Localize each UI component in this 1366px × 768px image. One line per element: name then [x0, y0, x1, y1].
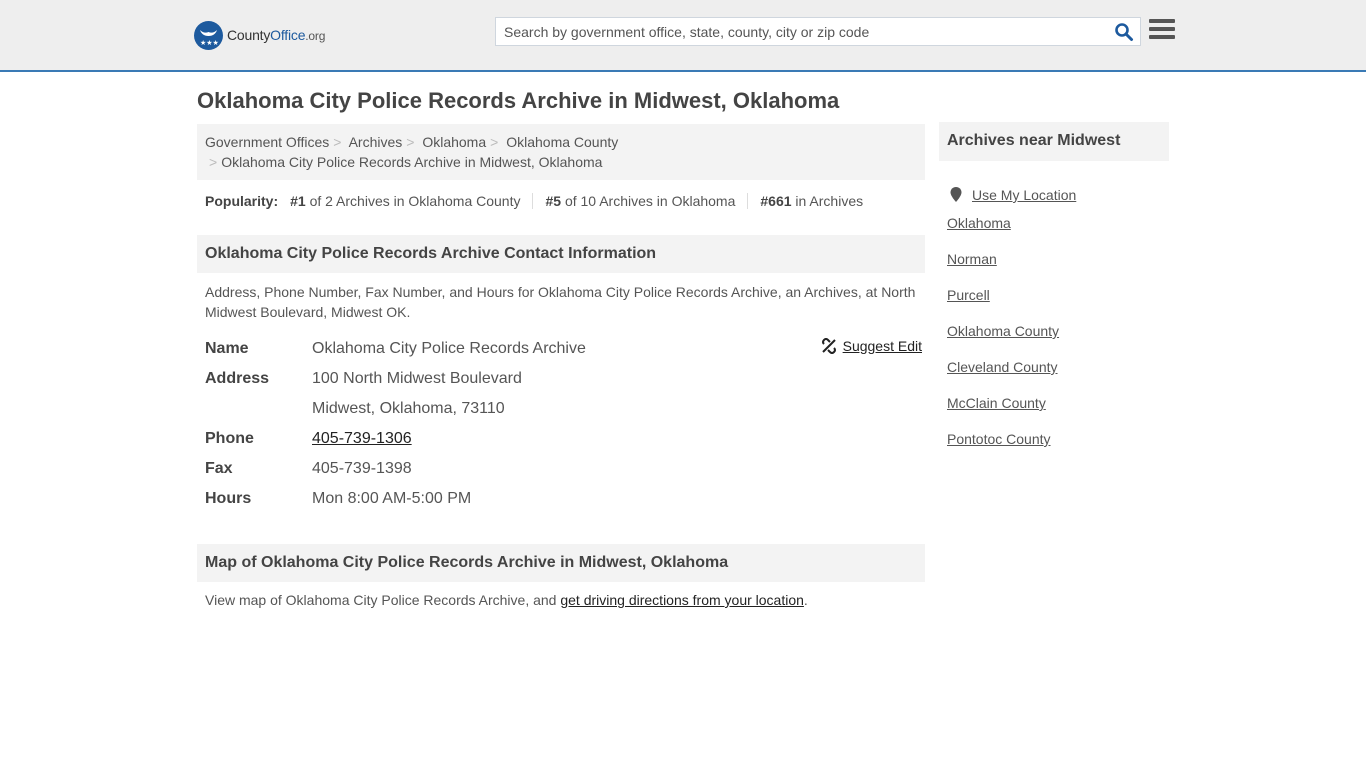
contact-section-heading: Oklahoma City Police Records Archive Con…	[197, 235, 925, 273]
sidebar-link-norman[interactable]: Norman	[947, 249, 1076, 285]
top-navigation-bar: ★★★ CountyOffice.org	[0, 0, 1366, 72]
use-my-location[interactable]: Use My Location	[947, 177, 1076, 213]
suggest-edit-link[interactable]: Suggest Edit	[843, 338, 922, 354]
popularity-label: Popularity:	[205, 193, 279, 209]
address-line1: 100 North Midwest Boulevard	[312, 370, 522, 387]
breadcrumb-archives[interactable]: Archives	[349, 134, 403, 150]
driving-directions-link[interactable]: get driving directions from your locatio…	[560, 592, 804, 608]
search-input[interactable]	[496, 18, 1096, 45]
svg-text:★★★: ★★★	[200, 39, 219, 47]
contact-description: Address, Phone Number, Fax Number, and H…	[205, 284, 916, 320]
page-title: Oklahoma City Police Records Archive in …	[197, 88, 840, 113]
popularity-national-rank: #661 in Archives	[747, 193, 875, 209]
address-row: Address 100 North Midwest Boulevard	[205, 370, 522, 387]
search-box	[495, 17, 1141, 46]
map-section-heading: Map of Oklahoma City Police Records Arch…	[197, 544, 925, 582]
map-marker-icon	[950, 187, 962, 202]
hours-row: Hours Mon 8:00 AM-5:00 PM	[205, 490, 472, 507]
office-name: Oklahoma City Police Records Archive	[312, 340, 586, 357]
search-button[interactable]	[1114, 22, 1134, 42]
sidebar-link-cleveland-county[interactable]: Cleveland County	[947, 357, 1076, 393]
sidebar-heading: Archives near Midwest	[939, 122, 1169, 161]
name-row: Name Oklahoma City Police Records Archive	[205, 340, 586, 357]
hours-value: Mon 8:00 AM-5:00 PM	[312, 490, 472, 507]
logo-text: CountyOffice.org	[227, 27, 326, 43]
site-logo[interactable]: ★★★ CountyOffice.org	[194, 20, 325, 50]
phone-row: Phone 405-739-1306	[205, 430, 412, 447]
popularity-state-rank: #5 of 10 Archives in Oklahoma	[532, 193, 747, 209]
sidebar-link-oklahoma[interactable]: Oklahoma	[947, 213, 1076, 249]
suggest-edit-button[interactable]: Suggest Edit	[821, 338, 922, 354]
use-my-location-link[interactable]: Use My Location	[972, 185, 1076, 205]
broken-link-icon	[821, 338, 836, 354]
address-line2: Midwest, Oklahoma, 73110	[312, 400, 505, 417]
sidebar-link-pontotoc-county[interactable]: Pontotoc County	[947, 429, 1076, 465]
fax-row: Fax 405-739-1398	[205, 460, 412, 477]
address-row-2: Midwest, Oklahoma, 73110	[205, 394, 925, 424]
breadcrumb-oklahoma[interactable]: Oklahoma	[422, 134, 486, 150]
breadcrumb-oklahoma-county[interactable]: Oklahoma County	[506, 134, 618, 150]
phone-link[interactable]: 405-739-1306	[312, 430, 412, 447]
sidebar-link-mcclain-county[interactable]: McClain County	[947, 393, 1076, 429]
contact-info-table: Suggest Edit Name Oklahoma City Police Re…	[205, 334, 925, 514]
popularity-county-rank: #1 of 2 Archives in Oklahoma County	[290, 193, 521, 209]
fax-number: 405-739-1398	[312, 460, 412, 477]
breadcrumb-government-offices[interactable]: Government Offices	[205, 134, 329, 150]
nearby-archives-list: Use My Location Oklahoma Norman Purcell …	[947, 177, 1076, 465]
sidebar-link-oklahoma-county[interactable]: Oklahoma County	[947, 321, 1076, 357]
search-icon	[1115, 23, 1133, 41]
breadcrumb-current: Oklahoma City Police Records Archive in …	[221, 154, 603, 170]
sidebar-link-purcell[interactable]: Purcell	[947, 285, 1076, 321]
popularity-bar: Popularity: #1 of 2 Archives in Oklahoma…	[205, 191, 875, 211]
hamburger-menu-icon[interactable]	[1149, 19, 1175, 43]
map-description: View map of Oklahoma City Police Records…	[205, 592, 808, 608]
breadcrumb: Government Offices > Archives > Oklahoma > …	[197, 124, 925, 180]
eagle-stars-logo-icon: ★★★	[194, 20, 223, 50]
